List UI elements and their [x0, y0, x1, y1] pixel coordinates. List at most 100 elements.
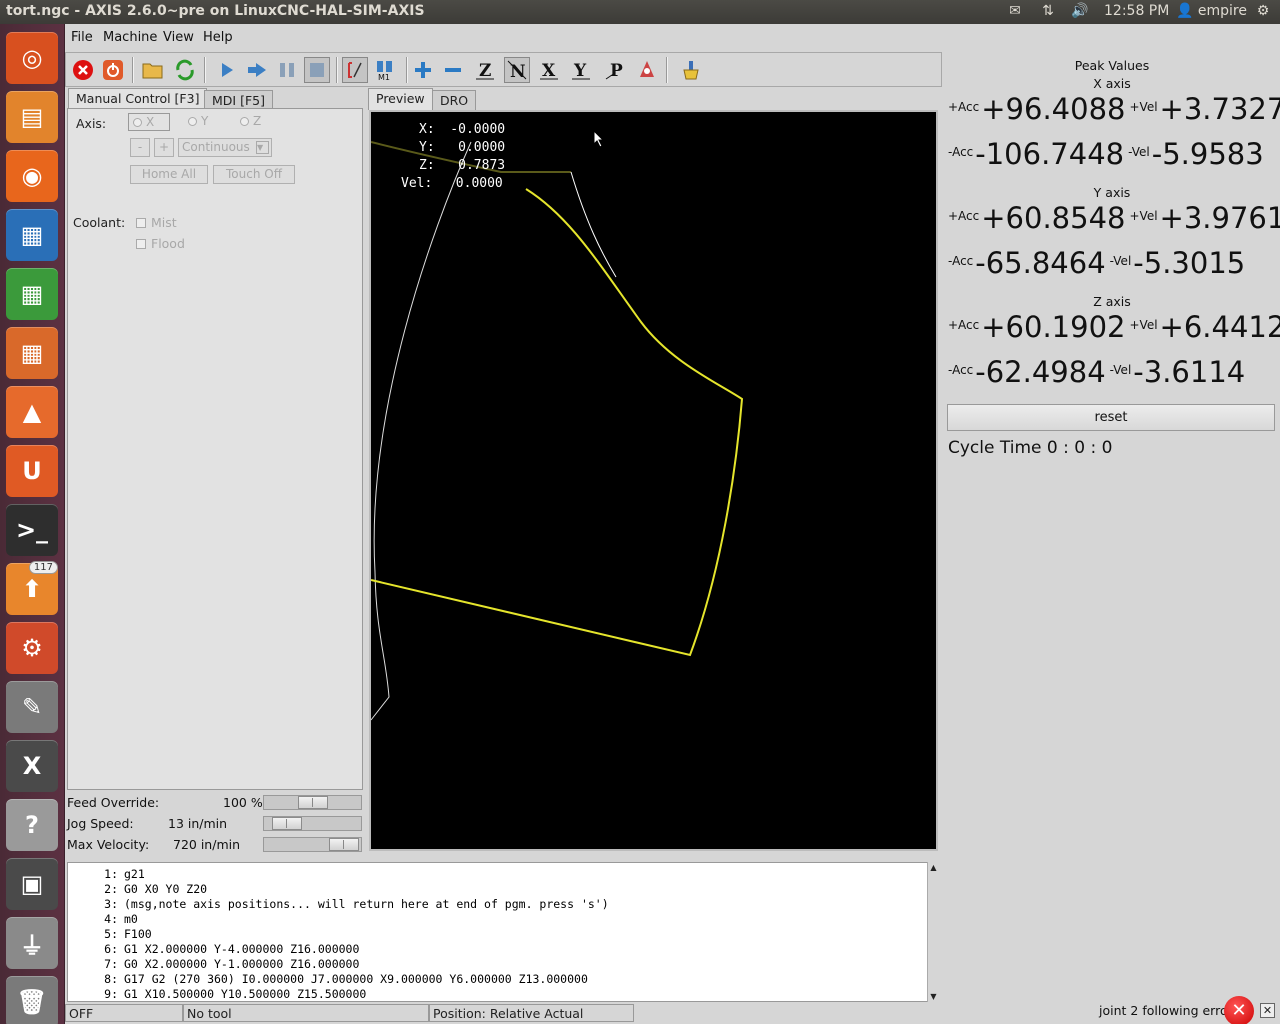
tab-dro[interactable]: DRO — [432, 90, 477, 110]
view-z-icon[interactable]: Z — [472, 57, 498, 83]
block-delete-icon[interactable] — [342, 57, 368, 83]
gcode-listing[interactable]: 1: g21 2: G0 X0 Y0 Z20 3: (msg,note axis posi… — [67, 862, 939, 1002]
acc-value: -62.4984 — [975, 355, 1106, 389]
axis-label: Axis: — [76, 116, 107, 131]
close-icon[interactable]: ✕ — [1260, 1003, 1275, 1018]
top-panel: tort.ngc - AXIS 2.6.0~pre on LinuxCNC-HA… — [0, 0, 1280, 24]
chevron-down-icon: ▼ — [256, 141, 269, 154]
view-y-icon[interactable]: Y — [568, 57, 594, 83]
tab-preview[interactable]: Preview — [368, 88, 433, 110]
update-manager-icon[interactable]: ⬆ 117 — [6, 561, 58, 615]
mail-icon[interactable]: ✉ — [1005, 2, 1025, 20]
clear-plot-icon[interactable] — [678, 57, 704, 83]
acc-value: +60.1902 — [981, 310, 1126, 344]
text-editor-icon[interactable]: ✎ — [6, 681, 58, 733]
slider-thumb[interactable] — [272, 817, 303, 830]
scroll-down-icon[interactable]: ▼ — [928, 991, 939, 1002]
power-icon[interactable]: ⚙ — [1253, 2, 1273, 20]
radio-dot — [133, 118, 142, 127]
error-message: joint 2 following error — [1099, 1003, 1233, 1018]
estop-icon[interactable] — [70, 57, 96, 83]
writer-icon[interactable]: ▦ — [6, 209, 58, 261]
radio-dot — [240, 117, 249, 126]
flood-checkbox[interactable]: Flood — [136, 236, 185, 251]
dro-vel: Vel: 0.0000 — [401, 176, 503, 191]
menu-view[interactable]: View — [163, 30, 194, 45]
network-icon[interactable]: ⇅ — [1038, 2, 1058, 20]
trash-icon[interactable]: 🗑 — [6, 976, 58, 1024]
menu-help[interactable]: Help — [203, 30, 233, 45]
cycle-time: Cycle Time 0 : 0 : 0 — [948, 438, 1113, 458]
launcher-glyph: ▤ — [20, 103, 44, 131]
open-file-icon[interactable] — [140, 57, 166, 83]
firefox-icon[interactable]: ◉ — [6, 150, 58, 202]
stop-icon[interactable] — [304, 57, 330, 83]
axis-x-label: X — [146, 115, 155, 129]
reload-icon[interactable] — [172, 57, 198, 83]
view-p-icon[interactable]: P — [602, 57, 628, 83]
vel-value: -3.6114 — [1133, 355, 1246, 389]
line-text: G0 X0 Y0 Z20 — [124, 882, 208, 896]
user-menu[interactable]: 👤 empire — [1176, 3, 1247, 19]
menu-file[interactable]: File — [71, 30, 93, 45]
touch-off-button[interactable]: Touch Off — [213, 165, 295, 184]
axis-heading: Y axis — [1093, 185, 1131, 200]
step-icon[interactable] — [244, 57, 270, 83]
line-text: g21 — [124, 867, 145, 881]
axis-radio-x[interactable]: X — [128, 113, 170, 131]
zoom-in-icon[interactable] — [410, 57, 436, 83]
help-icon[interactable]: ? — [6, 799, 58, 851]
acc-label: +Acc — [948, 318, 980, 332]
axis-radio-y[interactable]: Y — [184, 113, 212, 131]
acc-label: -Acc — [948, 254, 974, 268]
line-number: 7: — [104, 957, 118, 971]
code-scrollbar[interactable]: ▲ ▼ — [927, 862, 939, 1002]
impress-icon[interactable]: ▦ — [6, 327, 58, 379]
pause-icon[interactable] — [274, 57, 300, 83]
terminal-icon[interactable]: >_ — [6, 504, 58, 556]
feed-override-slider[interactable] — [263, 795, 362, 810]
machine-power-icon[interactable] — [100, 57, 126, 83]
clock[interactable]: 12:58 PM — [1104, 3, 1169, 19]
acc-value: +60.8548 — [981, 201, 1126, 235]
jog-speed-slider[interactable] — [263, 816, 362, 831]
run-icon[interactable] — [214, 57, 240, 83]
update-count-badge: 117 — [28, 561, 58, 574]
launcher-glyph: ◎ — [21, 44, 43, 72]
system-settings-icon[interactable]: ⚙ — [6, 622, 58, 674]
tab-mdi[interactable]: MDI [F5] — [204, 90, 273, 110]
home-all-button[interactable]: Home All — [130, 165, 208, 184]
ubuntu-dash-icon[interactable]: ◎ — [6, 32, 58, 84]
axis-radio-z[interactable]: Z — [236, 113, 265, 131]
software-center-icon[interactable]: ▲ — [6, 386, 58, 438]
zoom-out-icon[interactable] — [440, 57, 466, 83]
jog-plus-button[interactable]: + — [154, 138, 174, 157]
jog-mode-select[interactable]: Continuous ▼ — [178, 138, 272, 157]
code-line: 1: g21 — [68, 867, 145, 881]
tab-manual-control[interactable]: Manual Control [F3] — [68, 88, 208, 110]
workspace-switcher-icon[interactable]: ▣ — [6, 858, 58, 910]
jog-minus-button[interactable]: - — [130, 138, 150, 157]
view-x-icon[interactable]: X — [536, 57, 562, 83]
slider-thumb[interactable] — [329, 838, 359, 851]
max-velocity-slider[interactable] — [263, 837, 362, 852]
acc-label: +Acc — [948, 100, 980, 114]
menu-machine[interactable]: Machine — [103, 30, 157, 45]
volume-icon[interactable]: 🔊 — [1070, 2, 1090, 20]
ubuntu-one-icon[interactable]: U — [6, 445, 58, 497]
optional-stop-icon[interactable]: M1 — [372, 57, 398, 83]
svg-text:P: P — [610, 61, 623, 81]
files-icon[interactable]: ▤ — [6, 91, 58, 143]
slider-thumb[interactable] — [297, 796, 328, 809]
reset-button[interactable]: reset — [947, 404, 1275, 431]
scroll-up-icon[interactable]: ▲ — [928, 862, 939, 873]
x-app-icon[interactable]: X — [6, 740, 58, 792]
rotate-view-icon[interactable] — [634, 57, 660, 83]
mist-checkbox[interactable]: Mist — [136, 215, 177, 230]
view-z2-icon[interactable]: N — [504, 57, 530, 83]
manual-control-panel: Axis: X Y Z - + Continuous ▼ Home All To… — [67, 108, 363, 790]
usb-drive-icon[interactable]: ⏚ — [6, 917, 58, 969]
svg-text:Y: Y — [573, 61, 587, 81]
calc-icon[interactable]: ▦ — [6, 268, 58, 320]
preview-canvas[interactable]: X: -0.0000 Y: 0.0000 Z: 0.7873 Vel: 0.00… — [369, 110, 938, 851]
